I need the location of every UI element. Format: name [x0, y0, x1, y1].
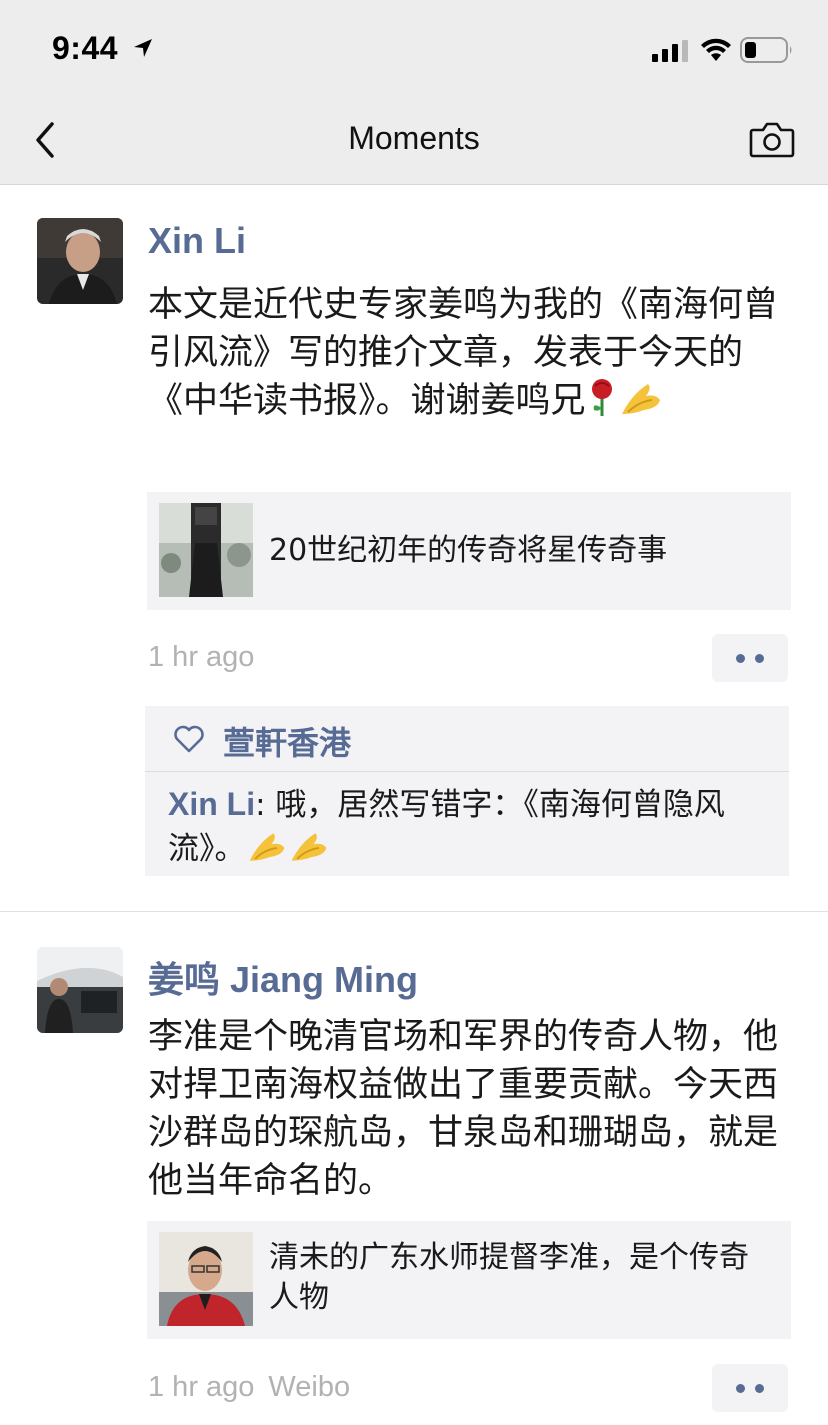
likes-row: 萱軒香港 [145, 706, 789, 772]
page-title: Moments [348, 120, 480, 156]
post-text: 李准是个晚清官场和军界的传奇人物，他对捍卫南海权益做出了重要贡献。今天西沙群岛的… [148, 1017, 779, 1201]
post-author[interactable]: 姜鸣 Jiang Ming [148, 951, 418, 1003]
heart-icon [174, 725, 204, 753]
link-card[interactable]: 清未的广东水师提督李准，是个传奇人物 [147, 1221, 791, 1339]
comment[interactable]: Xin Li: 哦，居然写错字：《南海何曾隐风流》。 [168, 782, 783, 871]
post-text-content: 本文是近代史专家姜鸣为我的《南海何曾引风流》写的推介文章，发表于今天的《中华读书… [148, 285, 779, 421]
post-time: 1 hr ago [148, 641, 255, 673]
folded-hands-emoji [621, 384, 660, 414]
post-time: 1 hr ago [148, 1371, 255, 1403]
moment-post: 姜鸣 Jiang Ming 李准是个晚清官场和军界的传奇人物，他对捍卫南海权益做… [0, 913, 828, 1425]
comment-author[interactable]: Xin Li [168, 786, 255, 822]
more-dots-icon[interactable] [712, 1364, 788, 1412]
post-meta: 1 hr ago [148, 641, 254, 674]
link-title: 清未的广东水师提督李准，是个传奇人物 [269, 1240, 749, 1315]
post-source[interactable]: Weibo [268, 1371, 350, 1403]
battery-icon [740, 37, 792, 63]
comments-box: 萱軒香港 Xin Li: 哦，居然写错字：《南海何曾隐风流》。 [145, 706, 789, 876]
camera-icon[interactable] [748, 120, 796, 160]
location-arrow-icon [134, 39, 152, 57]
more-dots-icon[interactable] [712, 634, 788, 682]
link-thumbnail [159, 1232, 253, 1326]
link-card[interactable]: 20世纪初年的传奇将星传奇事 [147, 492, 791, 610]
top-bar: 9:44 Moments [0, 0, 828, 185]
wifi-icon [701, 38, 731, 61]
post-author[interactable]: Xin Li [148, 220, 246, 262]
link-title: 20世纪初年的传奇将星传奇事 [269, 533, 668, 568]
avatar[interactable] [37, 947, 123, 1033]
post-text: 本文是近代史专家姜鸣为我的《南海何曾引风流》写的推介文章，发表于今天的《中华读书… [148, 281, 778, 425]
rose-emoji [591, 379, 612, 416]
link-thumbnail [159, 503, 253, 597]
signal-icon [652, 40, 688, 62]
post-meta: 1 hr ago Weibo [148, 1371, 350, 1404]
folded-hands-emoji [249, 833, 284, 861]
folded-hands-emoji [291, 833, 326, 861]
liker-name[interactable]: 萱軒香港 [223, 718, 351, 764]
status-time: 9:44 [52, 30, 119, 66]
moment-post: Xin Li 本文是近代史专家姜鸣为我的《南海何曾引风流》写的推介文章，发表于今… [0, 186, 828, 912]
avatar[interactable] [37, 218, 123, 304]
